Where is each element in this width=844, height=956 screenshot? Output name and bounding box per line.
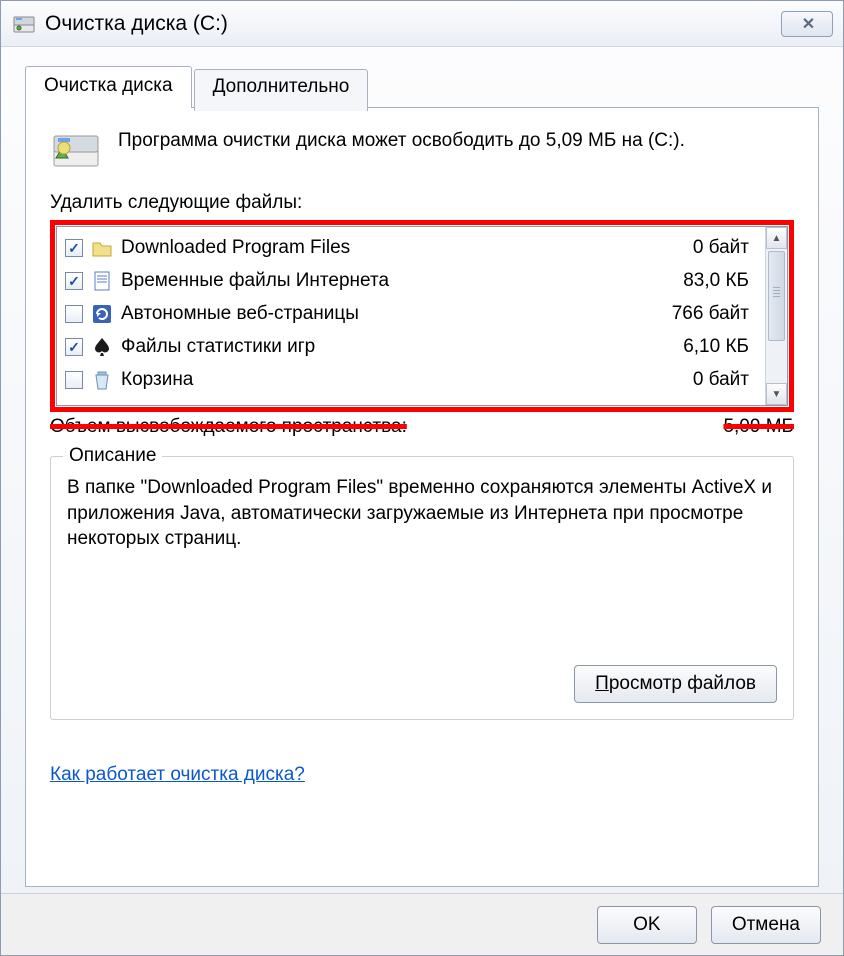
file-row[interactable]: Корзина 0 байт <box>57 363 765 396</box>
file-row[interactable]: Downloaded Program Files 0 байт <box>57 231 765 264</box>
disk-cleanup-window: Очистка диска (C:) ✕ Очистка диска Допол… <box>0 0 844 956</box>
vertical-scrollbar[interactable]: ▲ ▼ <box>765 227 787 405</box>
refresh-icon <box>91 303 113 325</box>
intro-text: Программа очистки диска может освободить… <box>118 128 685 154</box>
folder-icon <box>91 237 113 259</box>
file-size: 0 байт <box>693 369 759 391</box>
file-checkbox[interactable] <box>65 272 83 290</box>
file-size: 0 байт <box>693 237 759 259</box>
files-list: Downloaded Program Files 0 байт Временны… <box>57 227 765 405</box>
file-name: Корзина <box>121 369 693 391</box>
total-space-label: Объем высвобождаемого пространства: <box>50 416 407 438</box>
files-to-delete-label: Удалить следующие файлы: <box>50 192 794 214</box>
tab-advanced[interactable]: Дополнительно <box>194 69 369 111</box>
file-name: Автономные веб-страницы <box>121 303 672 325</box>
intro-row: Программа очистки диска может освободить… <box>50 128 794 170</box>
scroll-up-button[interactable]: ▲ <box>766 227 787 249</box>
tab-panel: Программа очистки диска может освободить… <box>25 107 819 887</box>
file-size: 83,0 КБ <box>683 270 759 292</box>
close-button[interactable]: ✕ <box>781 11 833 37</box>
scroll-down-button[interactable]: ▼ <box>766 383 787 405</box>
close-icon: ✕ <box>802 14 812 34</box>
file-name: Downloaded Program Files <box>121 237 693 259</box>
description-group: Описание В папке "Downloaded Program Fil… <box>50 456 794 720</box>
view-files-button[interactable]: Просмотр файлов <box>574 665 777 703</box>
disk-cleanup-icon <box>13 15 35 33</box>
file-row[interactable]: Временные файлы Интернета 83,0 КБ <box>57 264 765 297</box>
files-highlight-box: Downloaded Program Files 0 байт Временны… <box>50 220 794 412</box>
files-listbox[interactable]: Downloaded Program Files 0 байт Временны… <box>56 226 788 406</box>
spade-icon <box>91 336 113 358</box>
recycle-bin-icon <box>91 369 113 391</box>
file-name: Временные файлы Интернета <box>121 270 683 292</box>
tabs-row: Очистка диска Дополнительно <box>25 65 819 107</box>
total-space-value: 5,09 МБ <box>723 416 794 438</box>
file-name: Файлы статистики игр <box>121 336 683 358</box>
total-space-row: Объем высвобождаемого пространства: 5,09… <box>50 416 794 438</box>
dialog-footer: OK Отмена <box>1 893 843 955</box>
file-size: 6,10 КБ <box>683 336 759 358</box>
cancel-button[interactable]: Отмена <box>711 906 821 944</box>
file-checkbox[interactable] <box>65 305 83 323</box>
file-size: 766 байт <box>672 303 759 325</box>
file-checkbox[interactable] <box>65 371 83 389</box>
window-title: Очистка диска (C:) <box>45 12 781 36</box>
scroll-thumb[interactable] <box>768 251 785 341</box>
titlebar: Очистка диска (C:) ✕ <box>1 1 843 47</box>
content-area: Очистка диска Дополнительно Программа оч… <box>1 47 843 893</box>
ok-button[interactable]: OK <box>597 906 697 944</box>
scroll-track[interactable] <box>766 249 787 383</box>
description-text: В папке "Downloaded Program Files" време… <box>67 475 777 625</box>
view-files-label-rest: росмотр файлов <box>609 673 756 694</box>
file-checkbox[interactable] <box>65 239 83 257</box>
tab-disk-cleanup[interactable]: Очистка диска <box>25 66 192 108</box>
description-title: Описание <box>63 445 162 467</box>
file-row[interactable]: Файлы статистики игр 6,10 КБ <box>57 330 765 363</box>
document-icon <box>91 270 113 292</box>
file-row[interactable]: Автономные веб-страницы 766 байт <box>57 297 765 330</box>
file-checkbox[interactable] <box>65 338 83 356</box>
help-link[interactable]: Как работает очистка диска? <box>50 764 305 786</box>
disk-cleanup-large-icon <box>50 128 102 170</box>
